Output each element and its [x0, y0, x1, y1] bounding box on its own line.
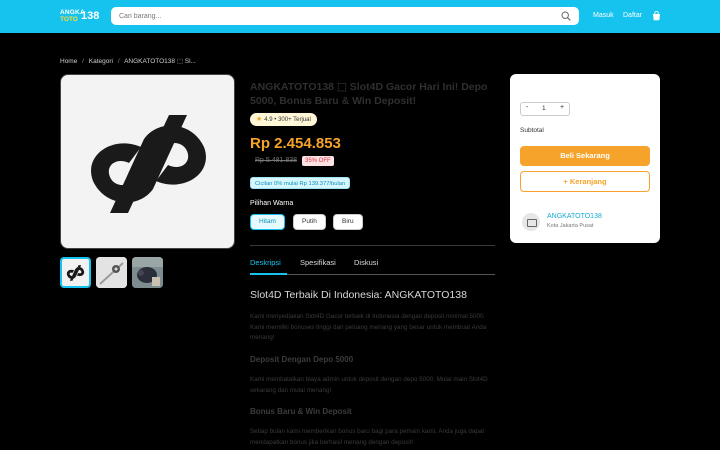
buy-now-button[interactable]: Beli Sekarang — [520, 146, 650, 166]
add-to-cart-button[interactable]: + Keranjang — [520, 171, 650, 192]
star-icon: ★ — [256, 116, 263, 123]
search-icon[interactable] — [561, 11, 571, 21]
discount-badge: 35% OFF — [302, 156, 334, 166]
installment-badge: Cicilan 0% mulai Rp 139.377/bulan — [250, 177, 351, 189]
thumbnail-photo — [132, 257, 163, 288]
breadcrumb-separator: / — [117, 58, 120, 65]
breadcrumb-separator: / — [82, 58, 84, 65]
thumbnail-photo — [96, 257, 127, 288]
thumbnail-logo — [66, 265, 85, 281]
seller-name[interactable]: ANGKATOTO138 — [547, 213, 602, 220]
tab-diskusi[interactable]: Diskusi — [354, 258, 378, 267]
decrease-button[interactable]: - — [526, 104, 528, 111]
variant-biru[interactable]: Biru — [333, 214, 363, 230]
quantity-value[interactable]: 1 — [542, 105, 546, 112]
product-title: ANGKATOTO138 ⬚ Slot4D Gacor Hari Ini! De… — [250, 81, 488, 107]
register-link[interactable]: Daftar — [623, 12, 642, 19]
top-header: ANGKA TOTO 138 Masuk Daftar — [0, 0, 720, 33]
product-price: Rp 2.454.853 — [250, 135, 341, 152]
store-icon — [522, 213, 540, 231]
active-tab-indicator — [250, 273, 287, 275]
quantity-stepper: - 1 + — [520, 102, 570, 116]
description-paragraph: Kami menyediakan Slot4D Gacor terbaik di… — [250, 313, 487, 341]
breadcrumb-category[interactable]: Kategori — [89, 58, 113, 65]
breadcrumb-home[interactable]: Home — [60, 58, 77, 65]
subtotal-label: Subtotal — [520, 127, 544, 134]
description-subheading: Bonus Baru & Win Deposit — [250, 407, 352, 416]
variant-label: Pilihan Warna — [250, 200, 294, 207]
increase-button[interactable]: + — [560, 104, 564, 111]
thumbnail-3[interactable] — [132, 257, 163, 288]
logo-number: 138 — [81, 10, 100, 22]
search-bar — [111, 7, 579, 25]
description-paragraph: Kami membatalkan biaya admin untuk depos… — [250, 376, 488, 394]
logo-text-bottom: TOTO — [60, 16, 78, 23]
description-paragraph: Setiap bulan kami memberikan bonus baru … — [250, 428, 485, 446]
tab-deskripsi[interactable]: Deskripsi — [250, 258, 281, 267]
login-link[interactable]: Masuk — [593, 12, 614, 19]
cart-icon[interactable] — [652, 11, 661, 21]
description-subheading: Deposit Dengan Depo 5000 — [250, 355, 354, 364]
purchase-card: - 1 + Subtotal Beli Sekarang + Keranjang… — [510, 74, 660, 243]
product-logo-image — [91, 115, 206, 213]
tab-spesifikasi[interactable]: Spesifikasi — [300, 258, 336, 267]
product-main-image[interactable] — [60, 74, 235, 249]
site-logo[interactable]: ANGKA TOTO 138 — [60, 9, 100, 24]
variant-hitam[interactable]: Hitam — [250, 214, 285, 230]
divider — [250, 245, 495, 246]
rating-text: 4.9 • 300+ Terjual — [264, 117, 311, 123]
breadcrumb: Home / Kategori / ANGKATOTO138 ⬚ Sl... — [60, 57, 199, 65]
rating-badge: ★ 4.9 • 300+ Terjual — [250, 113, 317, 126]
description-heading: Slot4D Terbaik Di Indonesia: ANGKATOTO13… — [250, 289, 467, 301]
variant-putih[interactable]: Putih — [293, 214, 326, 230]
breadcrumb-current: ANGKATOTO138 ⬚ Sl... — [124, 58, 196, 65]
original-price: Rp 5.481.838 — [255, 157, 298, 164]
thumbnail-2[interactable] — [96, 257, 127, 288]
search-input[interactable] — [119, 9, 539, 23]
thumbnail-1[interactable] — [60, 257, 91, 288]
seller-location: Kota Jakarta Pusat — [547, 223, 594, 229]
